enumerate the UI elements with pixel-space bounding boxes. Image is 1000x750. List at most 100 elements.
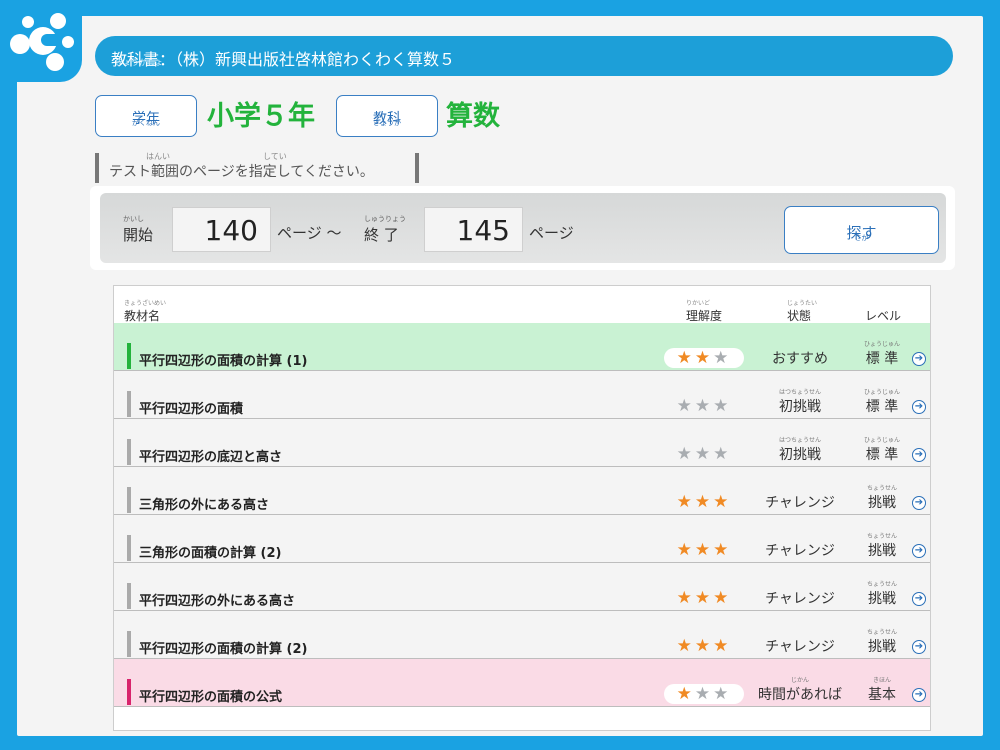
textbook-ruby: きょうかしょ <box>115 58 163 67</box>
understanding-stars: ★★★ <box>664 348 744 368</box>
arrow-right-circle-icon[interactable]: ➔ <box>912 592 926 606</box>
star-icon: ★ <box>713 588 732 608</box>
header-material-name-ruby: きょうざいめい <box>124 300 167 307</box>
understanding-stars: ★★★ <box>664 588 744 608</box>
status-text: 時間があれば <box>758 687 842 703</box>
subject-button-ruby: きょうか <box>373 119 401 127</box>
understanding-stars: ★★★ <box>664 492 744 512</box>
end-label-ruby: しゅうりょう <box>364 215 406 223</box>
table-row[interactable]: 平行四辺形の面積の公式 ★★★ じかん 時間があれば きほん 基本 ➔ <box>114 659 930 707</box>
material-name: 平行四辺形の底辺と高さ <box>139 450 283 465</box>
level-ruby: ひょうじゅん <box>863 389 900 396</box>
arrow-right-circle-icon[interactable]: ➔ <box>912 640 926 654</box>
start-label: かいし 開始 <box>123 215 154 245</box>
star-icon: ★ <box>713 636 732 656</box>
table-row[interactable]: 平行四辺形の外にある高さ ★★★ チャレンジ ちょうせん 挑戦 ➔ <box>114 563 930 611</box>
end-page-input[interactable]: 145 <box>424 207 523 252</box>
status-cell: じかん 時間があれば <box>742 677 858 704</box>
star-icon: ★ <box>676 636 695 656</box>
material-name: 三角形の面積の計算 (2) <box>139 546 282 561</box>
header-status-text: 状態 <box>787 309 812 323</box>
level-cell: ひょうじゅん標 準 <box>852 389 912 416</box>
understanding-stars: ★★★ <box>664 684 744 704</box>
level-text: 標 準 <box>865 447 899 463</box>
material-name: 平行四辺形の面積の公式 <box>139 690 283 705</box>
table-row[interactable]: 平行四辺形の面積の計算 (2) ★★★ チャレンジ ちょうせん 挑戦 ➔ <box>114 611 930 659</box>
star-icon: ★ <box>713 444 732 464</box>
star-icon: ★ <box>713 396 732 416</box>
grade-button[interactable]: がくねん 学年 <box>95 95 197 137</box>
level-cell: ちょうせん 挑戦 <box>852 629 912 656</box>
status-text: チャレンジ <box>765 591 835 607</box>
search-button-ruby: さが <box>854 234 869 242</box>
app-logo[interactable] <box>0 0 82 82</box>
arrow-right-circle-icon[interactable]: ➔ <box>912 688 926 702</box>
table-row[interactable]: 三角形の面積の計算 (2) ★★★ チャレンジ ちょうせん 挑戦 ➔ <box>114 515 930 563</box>
arrow-right-circle-icon[interactable]: ➔ <box>912 496 926 510</box>
arrow-right-circle-icon[interactable]: ➔ <box>912 352 926 366</box>
table-row[interactable]: 平行四辺形の底辺と高さ ★★★ はつちょうせん 初挑戦 ひょうじゅん標 準 ➔ <box>114 419 930 467</box>
header-understanding-text: 理解度 <box>686 309 723 323</box>
level-text: 挑戦 <box>868 591 896 607</box>
arrow-right-circle-icon[interactable]: ➔ <box>912 448 926 462</box>
subject-button[interactable]: きょうか 教科 <box>336 95 438 137</box>
star-icon: ★ <box>713 684 732 704</box>
status-cell: チャレンジ <box>742 540 858 560</box>
level-ruby: ちょうせん <box>866 533 897 540</box>
star-icon: ★ <box>694 540 714 560</box>
level-text: 挑戦 <box>868 495 896 511</box>
status-cell: はつちょうせん 初挑戦 <box>742 437 858 464</box>
start-page-input[interactable]: 140 <box>172 207 271 252</box>
level-cell: ちょうせん 挑戦 <box>852 581 912 608</box>
grade-value: 小学５年 <box>207 101 315 132</box>
header-status: じょうたい 状態 <box>787 300 817 324</box>
header-material-name: きょうざいめい 教材名 <box>124 300 166 324</box>
status-cell: チャレンジ <box>742 492 858 512</box>
star-icon: ★ <box>713 492 732 512</box>
start-label-ruby: かいし <box>123 215 144 223</box>
start-label-text: 開始 <box>123 226 154 244</box>
level-text: 標 準 <box>865 399 899 415</box>
star-icon: ★ <box>676 444 695 464</box>
header-understanding: りかいど 理解度 <box>686 300 723 324</box>
level-ruby: ちょうせん <box>866 485 897 492</box>
arrow-right-circle-icon[interactable]: ➔ <box>912 544 926 558</box>
end-label-text: 終 了 <box>364 226 399 244</box>
header-understanding-ruby: りかいど <box>686 300 711 307</box>
instruction-text: テスト範囲のページを指定してください。 <box>109 164 374 180</box>
star-icon: ★ <box>676 396 695 416</box>
status-cell: はつちょうせん 初挑戦 <box>742 389 858 416</box>
grade-button-ruby: がくねん <box>132 119 160 127</box>
row-marker <box>127 679 131 705</box>
status-cell: チャレンジ <box>742 636 858 656</box>
status-ruby: はつちょうせん <box>778 437 821 444</box>
material-name: 平行四辺形の外にある高さ <box>139 594 296 609</box>
level-ruby: ちょうせん <box>866 629 897 636</box>
status-text: チャレンジ <box>765 495 835 511</box>
arrow-right-circle-icon[interactable]: ➔ <box>912 400 926 414</box>
status-text: おすすめ <box>772 351 828 367</box>
star-icon: ★ <box>676 540 695 560</box>
understanding-stars: ★★★ <box>664 444 744 464</box>
table-row[interactable]: 平行四辺形の面積の計算 (1) ★★★ おすすめ ひょうじゅん標 準 ➔ <box>114 323 930 371</box>
status-cell: チャレンジ <box>742 588 858 608</box>
textbook-bar: きょうかしょ 教科書：（株）新興出版社啓林館わくわく算数５ <box>95 36 953 76</box>
star-icon: ★ <box>694 444 714 464</box>
level-cell: ひょうじゅん標 準 <box>852 341 912 368</box>
header-status-ruby: じょうたい <box>787 300 818 307</box>
status-text: チャレンジ <box>765 639 835 655</box>
search-button[interactable]: さが 探す <box>784 206 939 254</box>
end-unit: ページ <box>529 224 574 242</box>
star-icon: ★ <box>676 684 695 704</box>
table-row[interactable]: 平行四辺形の面積 ★★★ はつちょうせん 初挑戦 ひょうじゅん標 準 ➔ <box>114 371 930 419</box>
material-name: 平行四辺形の面積 <box>139 402 244 417</box>
row-marker <box>127 343 131 369</box>
status-text: 初挑戦 <box>779 399 821 415</box>
star-icon: ★ <box>694 636 714 656</box>
table-row[interactable]: 三角形の外にある高さ ★★★ チャレンジ ちょうせん 挑戦 ➔ <box>114 467 930 515</box>
level-text: 挑戦 <box>868 543 896 559</box>
star-icon: ★ <box>694 348 714 368</box>
level-cell: ちょうせん 挑戦 <box>852 533 912 560</box>
level-cell: きほん 基本 <box>852 677 912 704</box>
understanding-stars: ★★★ <box>664 540 744 560</box>
